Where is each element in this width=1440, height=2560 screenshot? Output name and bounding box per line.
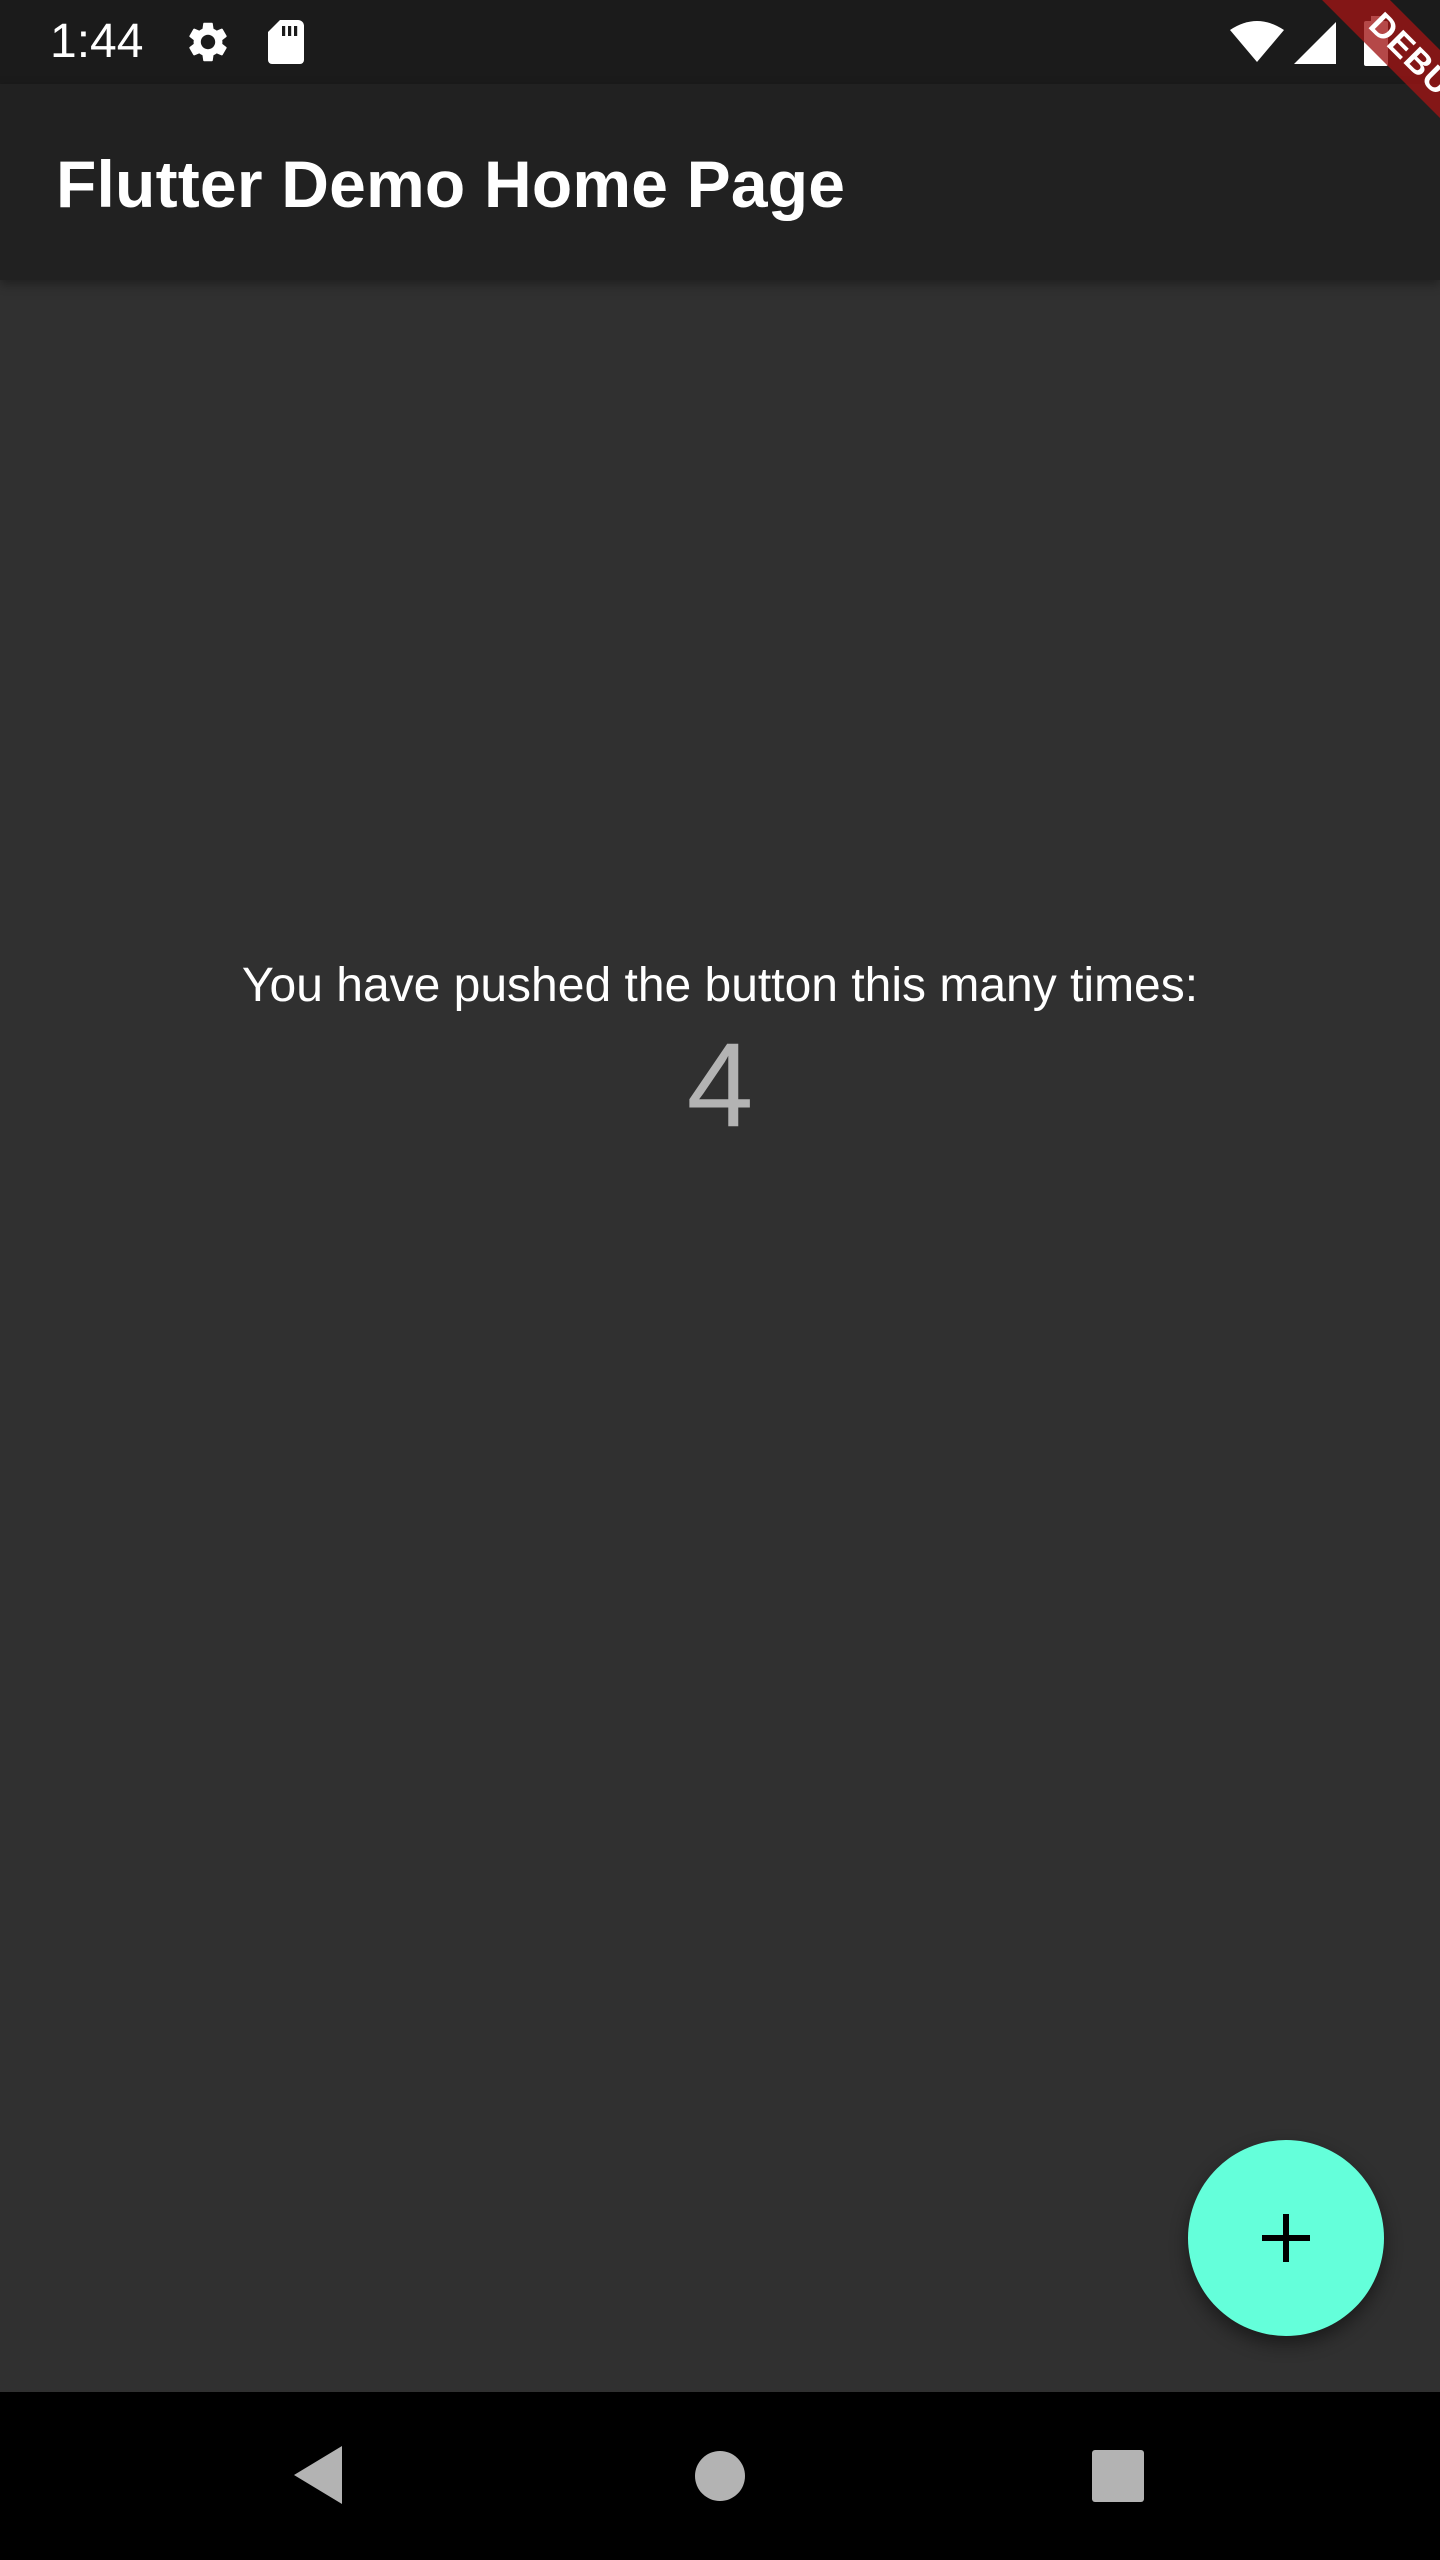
wifi-icon <box>1230 21 1284 62</box>
back-icon[interactable] <box>290 2444 346 2506</box>
increment-button[interactable] <box>1188 2140 1384 2336</box>
sd-card-icon <box>268 20 304 64</box>
signal-icon <box>1294 22 1336 64</box>
plus-icon <box>1262 2214 1310 2262</box>
counter-value: 4 <box>686 1018 754 1152</box>
home-icon[interactable] <box>694 2450 746 2502</box>
main-content <box>0 280 1440 2392</box>
page-title: Flutter Demo Home Page <box>56 147 846 221</box>
status-bar: 1:44 <box>0 0 1440 84</box>
app-bar: Flutter Demo Home Page <box>0 84 1440 280</box>
system-nav-bar <box>0 2392 1440 2560</box>
settings-icon <box>189 22 227 62</box>
battery-icon <box>1364 16 1388 66</box>
status-time: 1:44 <box>50 15 144 68</box>
recents-icon[interactable] <box>1092 2450 1144 2502</box>
counter-label: You have pushed the button this many tim… <box>241 959 1199 1012</box>
